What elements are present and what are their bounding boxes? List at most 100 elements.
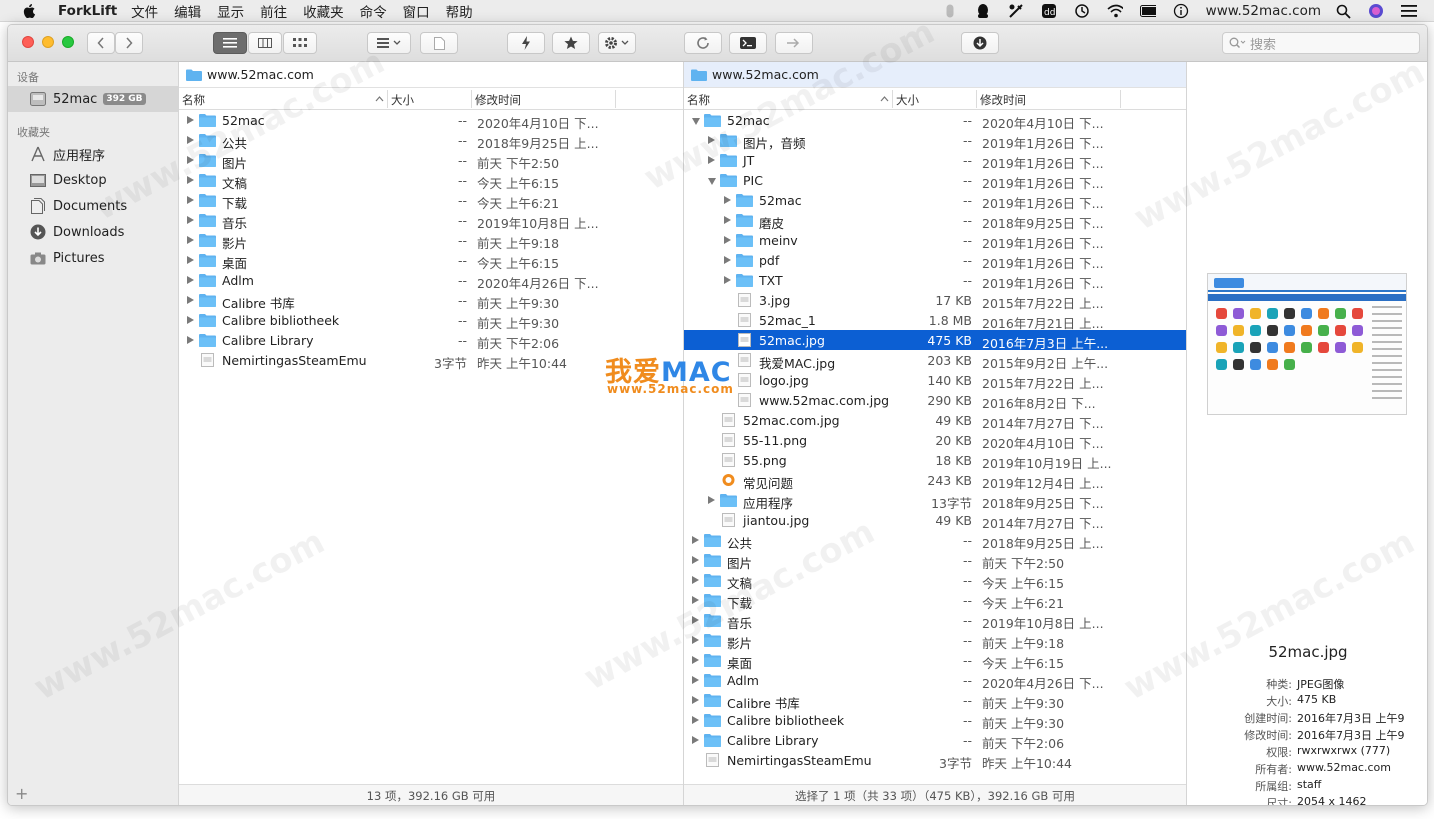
disclosure-closed-icon[interactable] [187, 216, 194, 224]
disclosure-closed-icon[interactable] [692, 536, 699, 544]
file-row[interactable]: 52mac.jpg 475 KB 2016年7月3日 上午... [684, 330, 1186, 351]
menu-view[interactable]: 显示 [217, 1, 244, 21]
file-row[interactable]: 55-11.png 20 KB 2020年4月10日 下... [684, 430, 1186, 451]
folder-row[interactable]: Calibre bibliotheek -- 前天 上午9:30 [179, 310, 683, 331]
folder-row[interactable]: 音乐 -- 2019年10月8日 上... [684, 610, 1186, 631]
column-divider[interactable] [976, 90, 977, 108]
disclosure-closed-icon[interactable] [692, 676, 699, 684]
apple-icon[interactable] [22, 3, 36, 18]
folder-row[interactable]: 文稿 -- 今天 上午6:15 [684, 570, 1186, 591]
left-col-modified[interactable]: 修改时间 [475, 92, 521, 108]
file-row[interactable]: NemirtingasSteamEmu 3字节 昨天 上午10:44 [684, 750, 1186, 771]
disclosure-open-icon[interactable] [692, 118, 700, 125]
disclosure-closed-icon[interactable] [724, 196, 731, 204]
new-file-button[interactable] [420, 32, 458, 54]
column-divider[interactable] [387, 90, 388, 108]
folder-row[interactable]: 52mac -- 2020年4月10日 下... [179, 110, 683, 131]
folder-row[interactable]: meinv -- 2019年1月26日 下... [684, 230, 1186, 251]
info-icon[interactable] [1173, 3, 1189, 19]
disclosure-closed-icon[interactable] [692, 716, 699, 724]
menu-go[interactable]: 前往 [260, 1, 287, 21]
disclosure-closed-icon[interactable] [724, 256, 731, 264]
folder-row[interactable]: 应用程序 13字节 2018年9月25日 下... [684, 490, 1186, 511]
disclosure-open-icon[interactable] [708, 178, 716, 185]
pill-status-icon[interactable] [942, 3, 958, 19]
sidebar-item-downloads[interactable]: Downloads [8, 219, 178, 245]
menu-help[interactable]: 帮助 [446, 1, 473, 21]
folder-row[interactable]: 影片 -- 前天 上午9:18 [684, 630, 1186, 651]
back-button[interactable] [87, 32, 115, 54]
disclosure-closed-icon[interactable] [708, 496, 715, 504]
disclosure-closed-icon[interactable] [187, 116, 194, 124]
wifi-icon[interactable] [1107, 3, 1123, 19]
sidebar-item-documents[interactable]: Documents [8, 193, 178, 219]
folder-row[interactable]: 磨皮 -- 2018年9月25日 下... [684, 210, 1186, 231]
disclosure-closed-icon[interactable] [692, 596, 699, 604]
disclosure-closed-icon[interactable] [708, 136, 715, 144]
icon-view-button[interactable] [283, 32, 317, 54]
disclosure-closed-icon[interactable] [692, 736, 699, 744]
sync-button[interactable] [684, 32, 722, 54]
disclosure-closed-icon[interactable] [692, 576, 699, 584]
disclosure-closed-icon[interactable] [187, 136, 194, 144]
folder-row[interactable]: Calibre bibliotheek -- 前天 上午9:30 [684, 710, 1186, 731]
disclosure-closed-icon[interactable] [187, 156, 194, 164]
image-thumbnail[interactable] [1207, 273, 1407, 415]
sidebar-item-pictures[interactable]: Pictures [8, 245, 178, 271]
time-machine-icon[interactable] [1074, 3, 1090, 19]
right-path-bar[interactable]: www.52mac.com [684, 62, 1186, 88]
folder-row[interactable]: 52mac -- 2019年1月26日 下... [684, 190, 1186, 211]
tool-icon[interactable] [1008, 3, 1024, 19]
left-col-size[interactable]: 大小 [391, 92, 414, 108]
folder-row[interactable]: Adlm -- 2020年4月26日 下... [684, 670, 1186, 691]
close-window-button[interactable] [22, 36, 34, 48]
folder-row[interactable]: 图片 -- 前天 下午2:50 [684, 550, 1186, 571]
file-row[interactable]: 常见问题 243 KB 2019年12月4日 上... [684, 470, 1186, 491]
folder-row[interactable]: 52mac -- 2020年4月10日 下... [684, 110, 1186, 131]
file-row[interactable]: logo.jpg 140 KB 2015年7月22日 上... [684, 370, 1186, 391]
action-menu-button[interactable] [598, 32, 636, 54]
left-col-name[interactable]: 名称 [182, 92, 205, 108]
disclosure-closed-icon[interactable] [187, 276, 194, 284]
folder-row[interactable]: 音乐 -- 2019年10月8日 上... [179, 210, 683, 231]
zoom-window-button[interactable] [62, 36, 74, 48]
disclosure-closed-icon[interactable] [187, 336, 194, 344]
battery-icon[interactable] [1139, 3, 1156, 19]
file-row[interactable]: www.52mac.com.jpg 290 KB 2016年8月2日 下... [684, 390, 1186, 411]
disclosure-closed-icon[interactable] [692, 696, 699, 704]
folder-row[interactable]: TXT -- 2019年1月26日 下... [684, 270, 1186, 291]
folder-row[interactable]: Calibre 书库 -- 前天 上午9:30 [684, 690, 1186, 711]
disclosure-closed-icon[interactable] [724, 276, 731, 284]
folder-row[interactable]: Calibre Library -- 前天 下午2:06 [179, 330, 683, 351]
qq-icon[interactable] [975, 3, 991, 19]
list-view-button[interactable] [213, 32, 247, 54]
disclosure-closed-icon[interactable] [708, 156, 715, 164]
right-col-modified[interactable]: 修改时间 [980, 92, 1026, 108]
folder-row[interactable]: pdf -- 2019年1月26日 下... [684, 250, 1186, 271]
folder-row[interactable]: Calibre Library -- 前天 下午2:06 [684, 730, 1186, 751]
right-col-name[interactable]: 名称 [687, 92, 710, 108]
folder-row[interactable]: Calibre 书库 -- 前天 上午9:30 [179, 290, 683, 311]
file-row[interactable]: 52mac.com.jpg 49 KB 2014年7月27日 下... [684, 410, 1186, 431]
folder-row[interactable]: 图片，音频 -- 2019年1月26日 下... [684, 130, 1186, 151]
file-row[interactable]: 55.png 18 KB 2019年10月19日 上... [684, 450, 1186, 471]
column-divider[interactable] [1120, 90, 1121, 108]
app-name-menu[interactable]: ForkLift [58, 3, 117, 19]
file-row[interactable]: 我爱MAC.jpg 203 KB 2015年9月2日 上午... [684, 350, 1186, 371]
sidebar-item-52mac-disk[interactable]: 52mac 392 GB [8, 86, 178, 112]
folder-row[interactable]: 影片 -- 前天 上午9:18 [179, 230, 683, 251]
folder-row[interactable]: 公共 -- 2018年9月25日 上... [179, 130, 683, 151]
disclosure-closed-icon[interactable] [187, 256, 194, 264]
forward-button[interactable] [115, 32, 143, 54]
menu-edit[interactable]: 编辑 [174, 1, 201, 21]
menu-window[interactable]: 窗口 [403, 1, 430, 21]
minimize-window-button[interactable] [42, 36, 54, 48]
folder-row[interactable]: 图片 -- 前天 下午2:50 [179, 150, 683, 171]
folder-row[interactable]: PIC -- 2019年1月26日 下... [684, 170, 1186, 191]
notification-center-icon[interactable] [1401, 3, 1417, 19]
folder-row[interactable]: JT -- 2019年1月26日 下... [684, 150, 1186, 171]
disclosure-closed-icon[interactable] [187, 196, 194, 204]
disclosure-closed-icon[interactable] [692, 556, 699, 564]
column-divider[interactable] [892, 90, 893, 108]
column-view-button[interactable] [248, 32, 282, 54]
